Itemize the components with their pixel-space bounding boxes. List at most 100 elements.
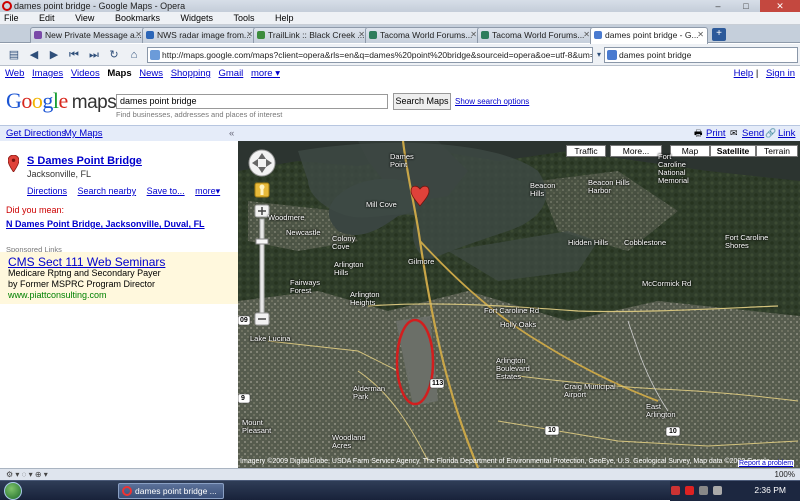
tab-tacoma-2[interactable]: Tacoma World Forums... ✕ <box>477 27 594 43</box>
browser-search-text: dames point bridge <box>619 50 692 60</box>
tab-close-icon[interactable]: ✕ <box>697 28 704 42</box>
menu-widgets[interactable]: Widgets <box>180 13 213 23</box>
printer-icon: 🖶 <box>694 128 703 138</box>
home-icon[interactable]: ⌂ <box>126 47 142 63</box>
nav-web[interactable]: Web <box>5 68 24 79</box>
send-link[interactable]: Send <box>742 126 764 141</box>
ad-title-link[interactable]: CMS Sect 111 Web Seminars <box>8 255 165 269</box>
nav-gmail[interactable]: Gmail <box>218 68 243 79</box>
zoom-level[interactable]: 100% <box>775 469 795 480</box>
tab-tacoma-1[interactable]: Tacoma World Forums... ✕ <box>365 27 481 43</box>
tab-close-icon[interactable]: ✕ <box>358 28 365 42</box>
reload-icon[interactable]: ↻ <box>106 47 122 63</box>
windows-taskbar: dames point bridge ... 2:36 PM <box>0 480 800 501</box>
link-icon: 🔗 <box>765 128 777 138</box>
menu-bookmarks[interactable]: Bookmarks <box>115 13 160 23</box>
navigation-bar: ▤ ◀ ▶ ⏮ ⏭ ↻ ⌂ http://maps.google.com/map… <box>0 44 800 66</box>
save-to-link[interactable]: Save to... <box>147 186 185 196</box>
fastforward-icon[interactable]: ⏭ <box>86 47 102 63</box>
ad-line-2: by Former MSPRC Program Director <box>8 279 156 289</box>
did-you-mean-link[interactable]: N Dames Point Bridge, Jacksonville, Duva… <box>6 219 205 229</box>
browser-search-box[interactable]: dames point bridge <box>604 47 798 63</box>
opera-icon <box>122 486 132 496</box>
envelope-icon: ✉ <box>730 128 738 138</box>
google-search-icon <box>607 50 617 60</box>
tray-volume-icon[interactable] <box>713 486 722 495</box>
nav-more[interactable]: more ▾ <box>251 68 280 79</box>
logo-maps-word: maps <box>71 92 117 113</box>
tab-label: dames point bridge - G... <box>605 30 699 40</box>
tray-app-icon[interactable] <box>671 486 680 495</box>
ad-url[interactable]: www.piattconsulting.com <box>8 290 107 300</box>
nav-videos[interactable]: Videos <box>71 68 100 79</box>
print-link[interactable]: Print <box>706 126 726 141</box>
result-location: Jacksonville, FL <box>27 169 92 179</box>
tab-label: Tacoma World Forums... <box>492 30 585 40</box>
result-title-link[interactable]: S Dames Point Bridge <box>27 155 142 167</box>
nav-images[interactable]: Images <box>32 68 63 79</box>
show-search-options-link[interactable]: Show search options <box>455 97 529 106</box>
report-problem-link[interactable]: Report a problem <box>738 460 795 467</box>
help-link[interactable]: Help <box>734 68 754 79</box>
link-link[interactable]: Link <box>778 126 795 141</box>
taskbar-clock[interactable]: 2:36 PM <box>754 485 786 495</box>
maximize-button[interactable]: □ <box>732 0 760 12</box>
satellite-imagery[interactable] <box>238 141 800 468</box>
tab-bar: New Private Message a... ✕ NWS radar ima… <box>0 25 800 44</box>
tray-mail-icon[interactable] <box>685 486 694 495</box>
search-hint: Find businesses, addresses and places of… <box>116 110 283 119</box>
menu-tools[interactable]: Tools <box>234 13 255 23</box>
tab-close-icon[interactable]: ✕ <box>470 28 477 42</box>
map-view-button[interactable]: Map <box>670 145 710 157</box>
close-button[interactable]: ✕ <box>760 0 800 12</box>
panel-icon[interactable]: ▤ <box>6 47 22 63</box>
more-layers-button[interactable]: More... <box>610 145 662 157</box>
search-nearby-link[interactable]: Search nearby <box>78 186 137 196</box>
traillink-icon <box>257 31 265 39</box>
collapse-panel-icon[interactable]: « <box>229 126 234 141</box>
maps-search-input[interactable]: dames point bridge <box>116 94 388 109</box>
directions-link[interactable]: Directions <box>27 186 67 196</box>
nav-shopping[interactable]: Shopping <box>171 68 211 79</box>
menu-file[interactable]: File <box>4 13 19 23</box>
minimize-button[interactable]: – <box>704 0 732 12</box>
menu-view[interactable]: View <box>75 13 94 23</box>
back-icon[interactable]: ◀ <box>26 47 42 63</box>
satellite-view-button[interactable]: Satellite <box>710 145 756 157</box>
tab-close-icon[interactable]: ✕ <box>246 28 253 42</box>
tray-network-icon[interactable] <box>699 486 708 495</box>
menu-edit[interactable]: Edit <box>39 13 55 23</box>
sponsored-ad[interactable]: CMS Sect 111 Web Seminars Medicare Rptng… <box>0 252 238 304</box>
terrain-view-button[interactable]: Terrain <box>756 145 798 157</box>
sign-in-link[interactable]: Sign in <box>766 68 795 79</box>
tacoma-icon <box>369 31 377 39</box>
google-maps-logo[interactable]: Google maps <box>6 88 117 114</box>
search-maps-button[interactable]: Search Maps <box>393 93 451 110</box>
rewind-icon[interactable]: ⏮ <box>66 47 82 63</box>
tab-traillink[interactable]: TrailLink :: Black Creek ... ✕ <box>253 27 369 43</box>
more-link[interactable]: more▾ <box>195 186 220 196</box>
ad-description: Medicare Rptng and Secondary Payer by Fo… <box>8 268 161 290</box>
new-tab-button[interactable]: + <box>712 28 726 41</box>
maps-link-bar: Get Directions My Maps « 🖶 Print ✉ Send … <box>0 125 800 141</box>
address-dropdown-icon[interactable]: ▾ <box>594 47 604 63</box>
menu-help[interactable]: Help <box>275 13 294 23</box>
map-canvas[interactable]: Traffic More... Map Satellite Terrain Da… <box>238 141 800 468</box>
tab-private-message[interactable]: New Private Message a... ✕ <box>30 27 146 43</box>
traffic-button[interactable]: Traffic <box>566 145 606 157</box>
map-attribution: Imagery ©2009 DigitalGlobe, USDA Farm Se… <box>240 458 770 465</box>
map-pin-icon[interactable] <box>8 155 19 172</box>
tab-nws-radar[interactable]: NWS radar image from... ✕ <box>142 27 257 43</box>
tab-close-icon[interactable]: ✕ <box>583 28 590 42</box>
taskbar-item-opera[interactable]: dames point bridge ... <box>118 483 224 499</box>
forward-icon[interactable]: ▶ <box>46 47 62 63</box>
my-maps-link[interactable]: My Maps <box>64 126 103 141</box>
address-bar[interactable]: http://maps.google.com/maps?client=opera… <box>147 47 593 63</box>
tab-dames-point[interactable]: dames point bridge - G... ✕ <box>590 27 708 44</box>
nav-news[interactable]: News <box>139 68 163 79</box>
tab-close-icon[interactable]: ✕ <box>135 28 142 42</box>
windows-start-icon[interactable] <box>4 482 22 500</box>
google-nav: Web Images Videos Maps News Shopping Gma… <box>0 67 800 81</box>
get-directions-link[interactable]: Get Directions <box>6 126 66 141</box>
status-tools-icon[interactable]: ⚙ ▾ ◌ ▾ ⊕ ▾ <box>6 469 48 480</box>
